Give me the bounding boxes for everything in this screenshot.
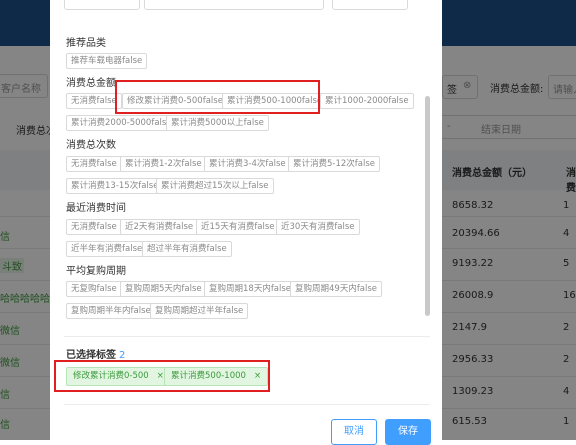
cancel-button[interactable]: 取消 <box>331 419 377 445</box>
section-title-consumption-count: 消费总次数 <box>66 140 116 151</box>
tag-option[interactable]: 推荐车载电器false <box>66 53 148 69</box>
tag-option[interactable]: 复购周期超过半年false <box>150 303 249 319</box>
tag-option[interactable]: 无复购false <box>66 281 122 297</box>
tag-option[interactable]: 累计消费超过15次以上false <box>156 178 274 194</box>
section-title-recent-consumption: 最近消费时间 <box>66 203 126 214</box>
highlight-box <box>115 80 320 114</box>
divider <box>64 404 430 405</box>
tag-option[interactable]: 复购周期半年内false <box>66 303 156 319</box>
section-title-recommended-category: 推荐品类 <box>66 38 106 49</box>
tag-option[interactable]: 复购周期49天内false <box>290 281 383 297</box>
divider <box>64 336 430 337</box>
cutoff-tag[interactable] <box>332 0 408 10</box>
cutoff-tag[interactable] <box>144 0 324 10</box>
save-button[interactable]: 保存 <box>385 419 431 445</box>
tag-option[interactable]: 复购周期18天内false <box>204 281 297 297</box>
section-title-consumption-total: 消费总金额 <box>66 78 116 89</box>
tag-option[interactable]: 累计消费5000以上false <box>166 115 269 131</box>
tag-option[interactable]: 累计消费2000-5000false <box>66 115 177 131</box>
tag-option[interactable]: 近半年有消费false <box>66 241 148 257</box>
tag-option[interactable]: 累计消费5-12次false <box>288 156 381 172</box>
tag-option[interactable]: 无消费false <box>66 219 122 235</box>
tag-option[interactable]: 累计消费13-15次false <box>66 178 164 194</box>
cutoff-tag[interactable] <box>64 0 140 10</box>
selected-tags-title: 已选择标签 2 <box>66 346 125 361</box>
tag-option[interactable]: 近15天有消费false <box>196 219 280 235</box>
tag-option[interactable]: 复购周期5天内false <box>120 281 207 297</box>
tag-option[interactable]: 累计1000-2000false <box>320 93 414 109</box>
tag-option[interactable]: 累计消费1-2次false <box>120 156 207 172</box>
tag-option[interactable]: 超过半年有消费false <box>142 241 232 257</box>
highlight-box <box>54 360 270 392</box>
tag-option[interactable]: 近30天有消费false <box>276 219 360 235</box>
section-title-repurchase-cycle: 平均复购周期 <box>66 266 126 277</box>
tag-option[interactable]: 近2天有消费false <box>120 219 199 235</box>
tag-option[interactable]: 无消费false <box>66 93 122 109</box>
vertical-scrollbar[interactable] <box>425 96 430 316</box>
tag-option[interactable]: 累计消费3-4次false <box>204 156 291 172</box>
tag-option[interactable]: 无消费false <box>66 156 122 172</box>
